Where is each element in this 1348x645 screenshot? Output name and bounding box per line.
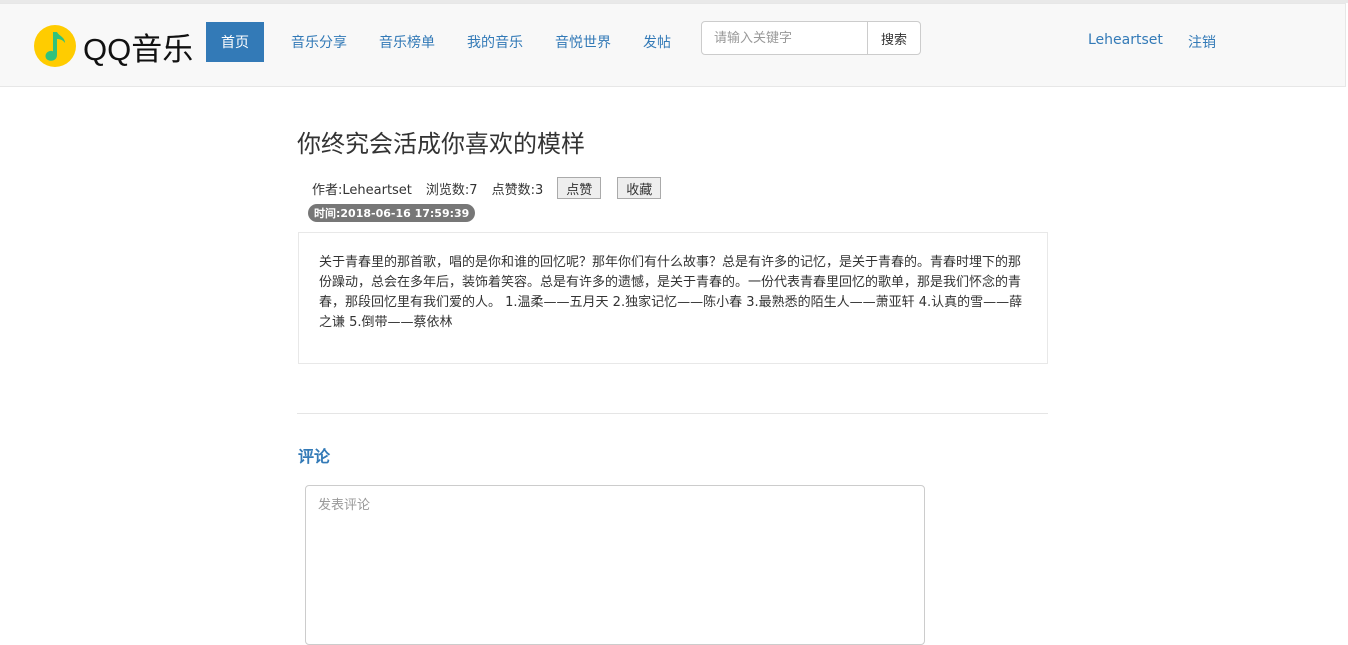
user-link[interactable]: Leheartset [1088, 32, 1163, 48]
nav-home[interactable]: 首页 [206, 22, 264, 62]
qq-music-logo-icon [34, 25, 76, 67]
brand-logo[interactable]: QQ音乐 [33, 20, 193, 72]
nav-music-world[interactable]: 音悦世界 [555, 32, 611, 52]
post-meta: 作者:Leheartset 浏览数:7 点赞数:3 点赞 收藏 [312, 176, 662, 200]
post-views: 浏览数:7 [425, 182, 478, 198]
favorite-button[interactable]: 收藏 [617, 177, 662, 199]
nav-music-share[interactable]: 音乐分享 [291, 32, 347, 52]
comments-heading: 评论 [298, 447, 331, 466]
nav-post[interactable]: 发帖 [643, 32, 671, 52]
search-input[interactable] [701, 21, 868, 55]
post-title: 你终究会活成你喜欢的模样 [297, 130, 585, 158]
search-button[interactable]: 搜索 [867, 21, 921, 55]
post-time-badge: 时间:2018-06-16 17:59:39 [308, 204, 476, 222]
like-button[interactable]: 点赞 [557, 177, 602, 199]
post-body: 关于青春里的那首歌，唱的是你和谁的回忆呢？那年你们有什么故事？总是有许多的记忆，… [298, 232, 1048, 364]
logout-link[interactable]: 注销 [1188, 32, 1216, 52]
nav-music-charts[interactable]: 音乐榜单 [379, 32, 435, 52]
post-author: 作者:Leheartset [312, 182, 412, 198]
comment-textarea[interactable] [305, 485, 925, 645]
logo-text: QQ音乐 [83, 31, 194, 67]
post-likes: 点赞数:3 [491, 182, 544, 198]
divider [297, 413, 1048, 414]
nav-my-music[interactable]: 我的音乐 [467, 32, 523, 52]
